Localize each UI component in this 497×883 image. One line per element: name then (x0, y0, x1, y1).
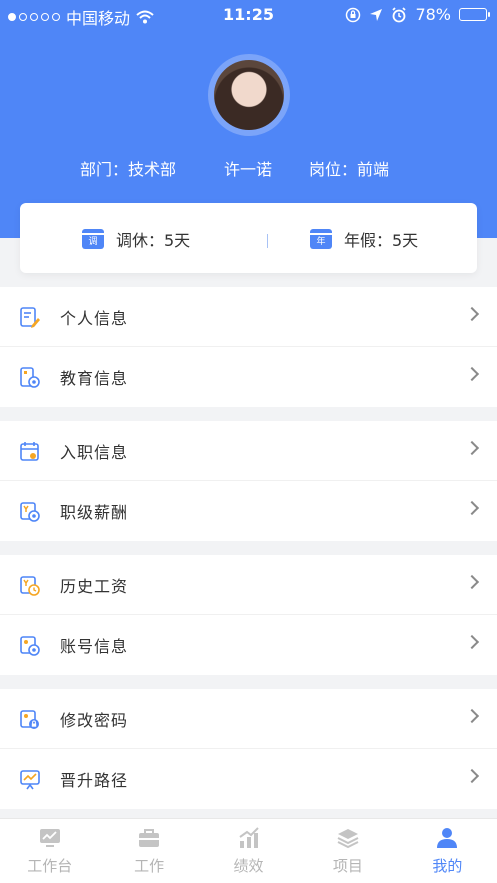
compensatory-leave-label: 调休：5天 (116, 231, 191, 250)
password-icon (20, 710, 39, 729)
menu-label: 历史工资 (60, 576, 129, 596)
menu-label: 账号信息 (60, 637, 129, 656)
menu-label: 晋升路径 (60, 771, 129, 790)
menu-label: 个人信息 (60, 308, 129, 328)
menu-item-promotion-path[interactable]: 晋升路径 (0, 749, 497, 809)
tab-label: 工作 (134, 857, 165, 875)
tab-performance[interactable]: 绩效 (199, 819, 298, 883)
performance-icon (238, 827, 259, 848)
tab-bar: 工作台 工作 绩效 项目 我的 (0, 818, 497, 883)
employee-name: 许一诺 (224, 160, 273, 179)
calendar-icon: 调 (82, 229, 104, 249)
briefcase-icon (139, 829, 160, 847)
tab-label: 绩效 (233, 857, 264, 875)
battery-percent: 78% (415, 5, 451, 24)
tab-work[interactable]: 工作 (99, 819, 198, 883)
leave-divider (267, 234, 268, 248)
compensatory-leave[interactable]: 调 调休：5天 (82, 227, 190, 251)
annual-leave[interactable]: 年 年假：5天 (310, 227, 418, 251)
user-icon (437, 828, 458, 848)
calendar-icon: 年 (310, 229, 332, 249)
menu-item-salary-grade[interactable]: 职级薪酬 (0, 481, 497, 541)
chevron-right-icon (464, 366, 480, 382)
account-icon (20, 636, 40, 656)
position-label: 岗位：前端 (309, 160, 390, 179)
chevron-right-icon (464, 708, 480, 724)
leave-balance-card: 调 调休：5天 年 年假：5天 (20, 203, 477, 273)
tab-dashboard[interactable]: 工作台 (0, 819, 99, 883)
alarm-icon (392, 6, 407, 22)
tab-label: 项目 (332, 857, 363, 875)
education-icon (20, 367, 40, 388)
menu-label: 职级薪酬 (60, 503, 129, 522)
onboarding-icon (20, 442, 39, 461)
menu-label: 入职信息 (60, 442, 129, 462)
battery-icon (459, 8, 490, 21)
department-label: 部门：技术部 (80, 160, 177, 179)
annual-leave-label: 年假：5天 (344, 231, 419, 250)
menu-item-onboarding-info[interactable]: 入职信息 (0, 421, 497, 481)
menu-label: 教育信息 (60, 369, 129, 388)
menu-group-basic: 个人信息 教育信息 (0, 287, 497, 407)
tab-label: 工作台 (27, 857, 73, 875)
promotion-icon (20, 770, 40, 790)
menu-group-employment: 入职信息 职级薪酬 (0, 421, 497, 541)
menu-item-personal-info[interactable]: 个人信息 (0, 287, 497, 347)
tab-me[interactable]: 我的 (398, 819, 497, 883)
chevron-right-icon (464, 768, 480, 784)
menu-group-payroll: 历史工资 账号信息 (0, 555, 497, 675)
menu-item-change-password[interactable]: 修改密码 (0, 689, 497, 749)
chevron-right-icon (464, 634, 480, 650)
menu-item-salary-history[interactable]: 历史工资 (0, 555, 497, 615)
tab-label: 我的 (432, 857, 463, 875)
status-bar: 中国移动 11:25 78% (0, 0, 497, 30)
dashboard-icon (39, 829, 60, 847)
chevron-right-icon (464, 500, 480, 516)
chevron-right-icon (464, 574, 480, 590)
avatar-ring[interactable] (208, 54, 290, 136)
menu-item-account-info[interactable]: 账号信息 (0, 615, 497, 675)
salary-grade-icon (20, 502, 40, 522)
menu-label: 修改密码 (60, 710, 129, 730)
rotation-lock-icon (346, 7, 361, 22)
salary-history-icon (20, 576, 40, 596)
chevron-right-icon (464, 306, 480, 322)
avatar[interactable] (214, 60, 284, 130)
menu-item-education-info[interactable]: 教育信息 (0, 347, 497, 407)
tab-projects[interactable]: 项目 (298, 819, 397, 883)
layers-icon (337, 829, 359, 849)
location-icon (370, 8, 383, 21)
menu-group-account: 修改密码 晋升路径 (0, 689, 497, 809)
personal-info-icon (20, 307, 40, 328)
chevron-right-icon (464, 440, 480, 456)
